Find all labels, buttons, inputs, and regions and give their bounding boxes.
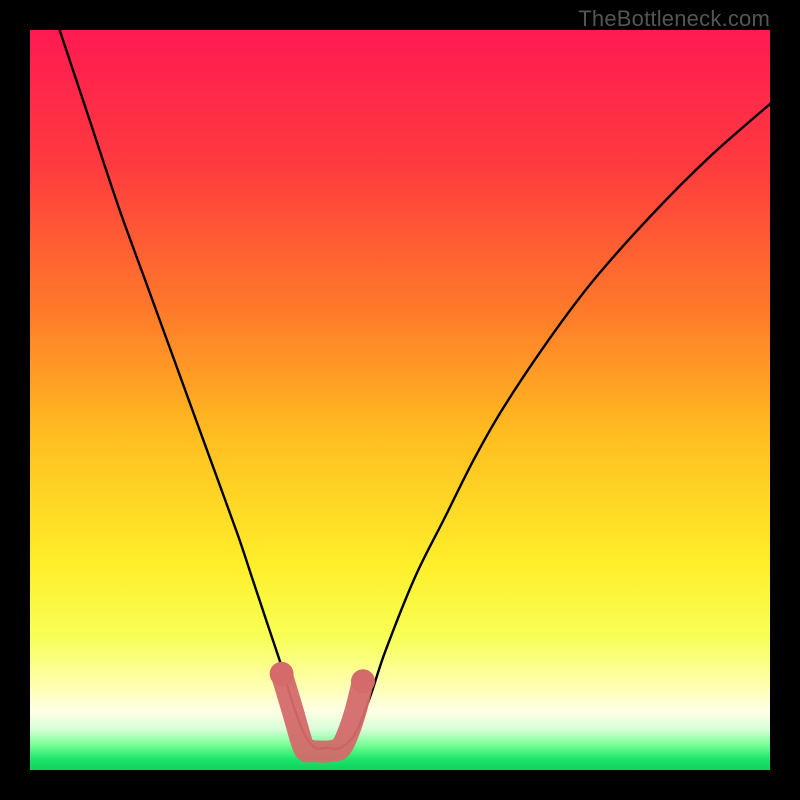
plot-area [30,30,770,770]
bottleneck-curve [60,30,770,749]
watermark-text: TheBottleneck.com [578,6,770,32]
curve-layer [30,30,770,770]
chart-frame: TheBottleneck.com [0,0,800,800]
marker-band [270,662,375,752]
